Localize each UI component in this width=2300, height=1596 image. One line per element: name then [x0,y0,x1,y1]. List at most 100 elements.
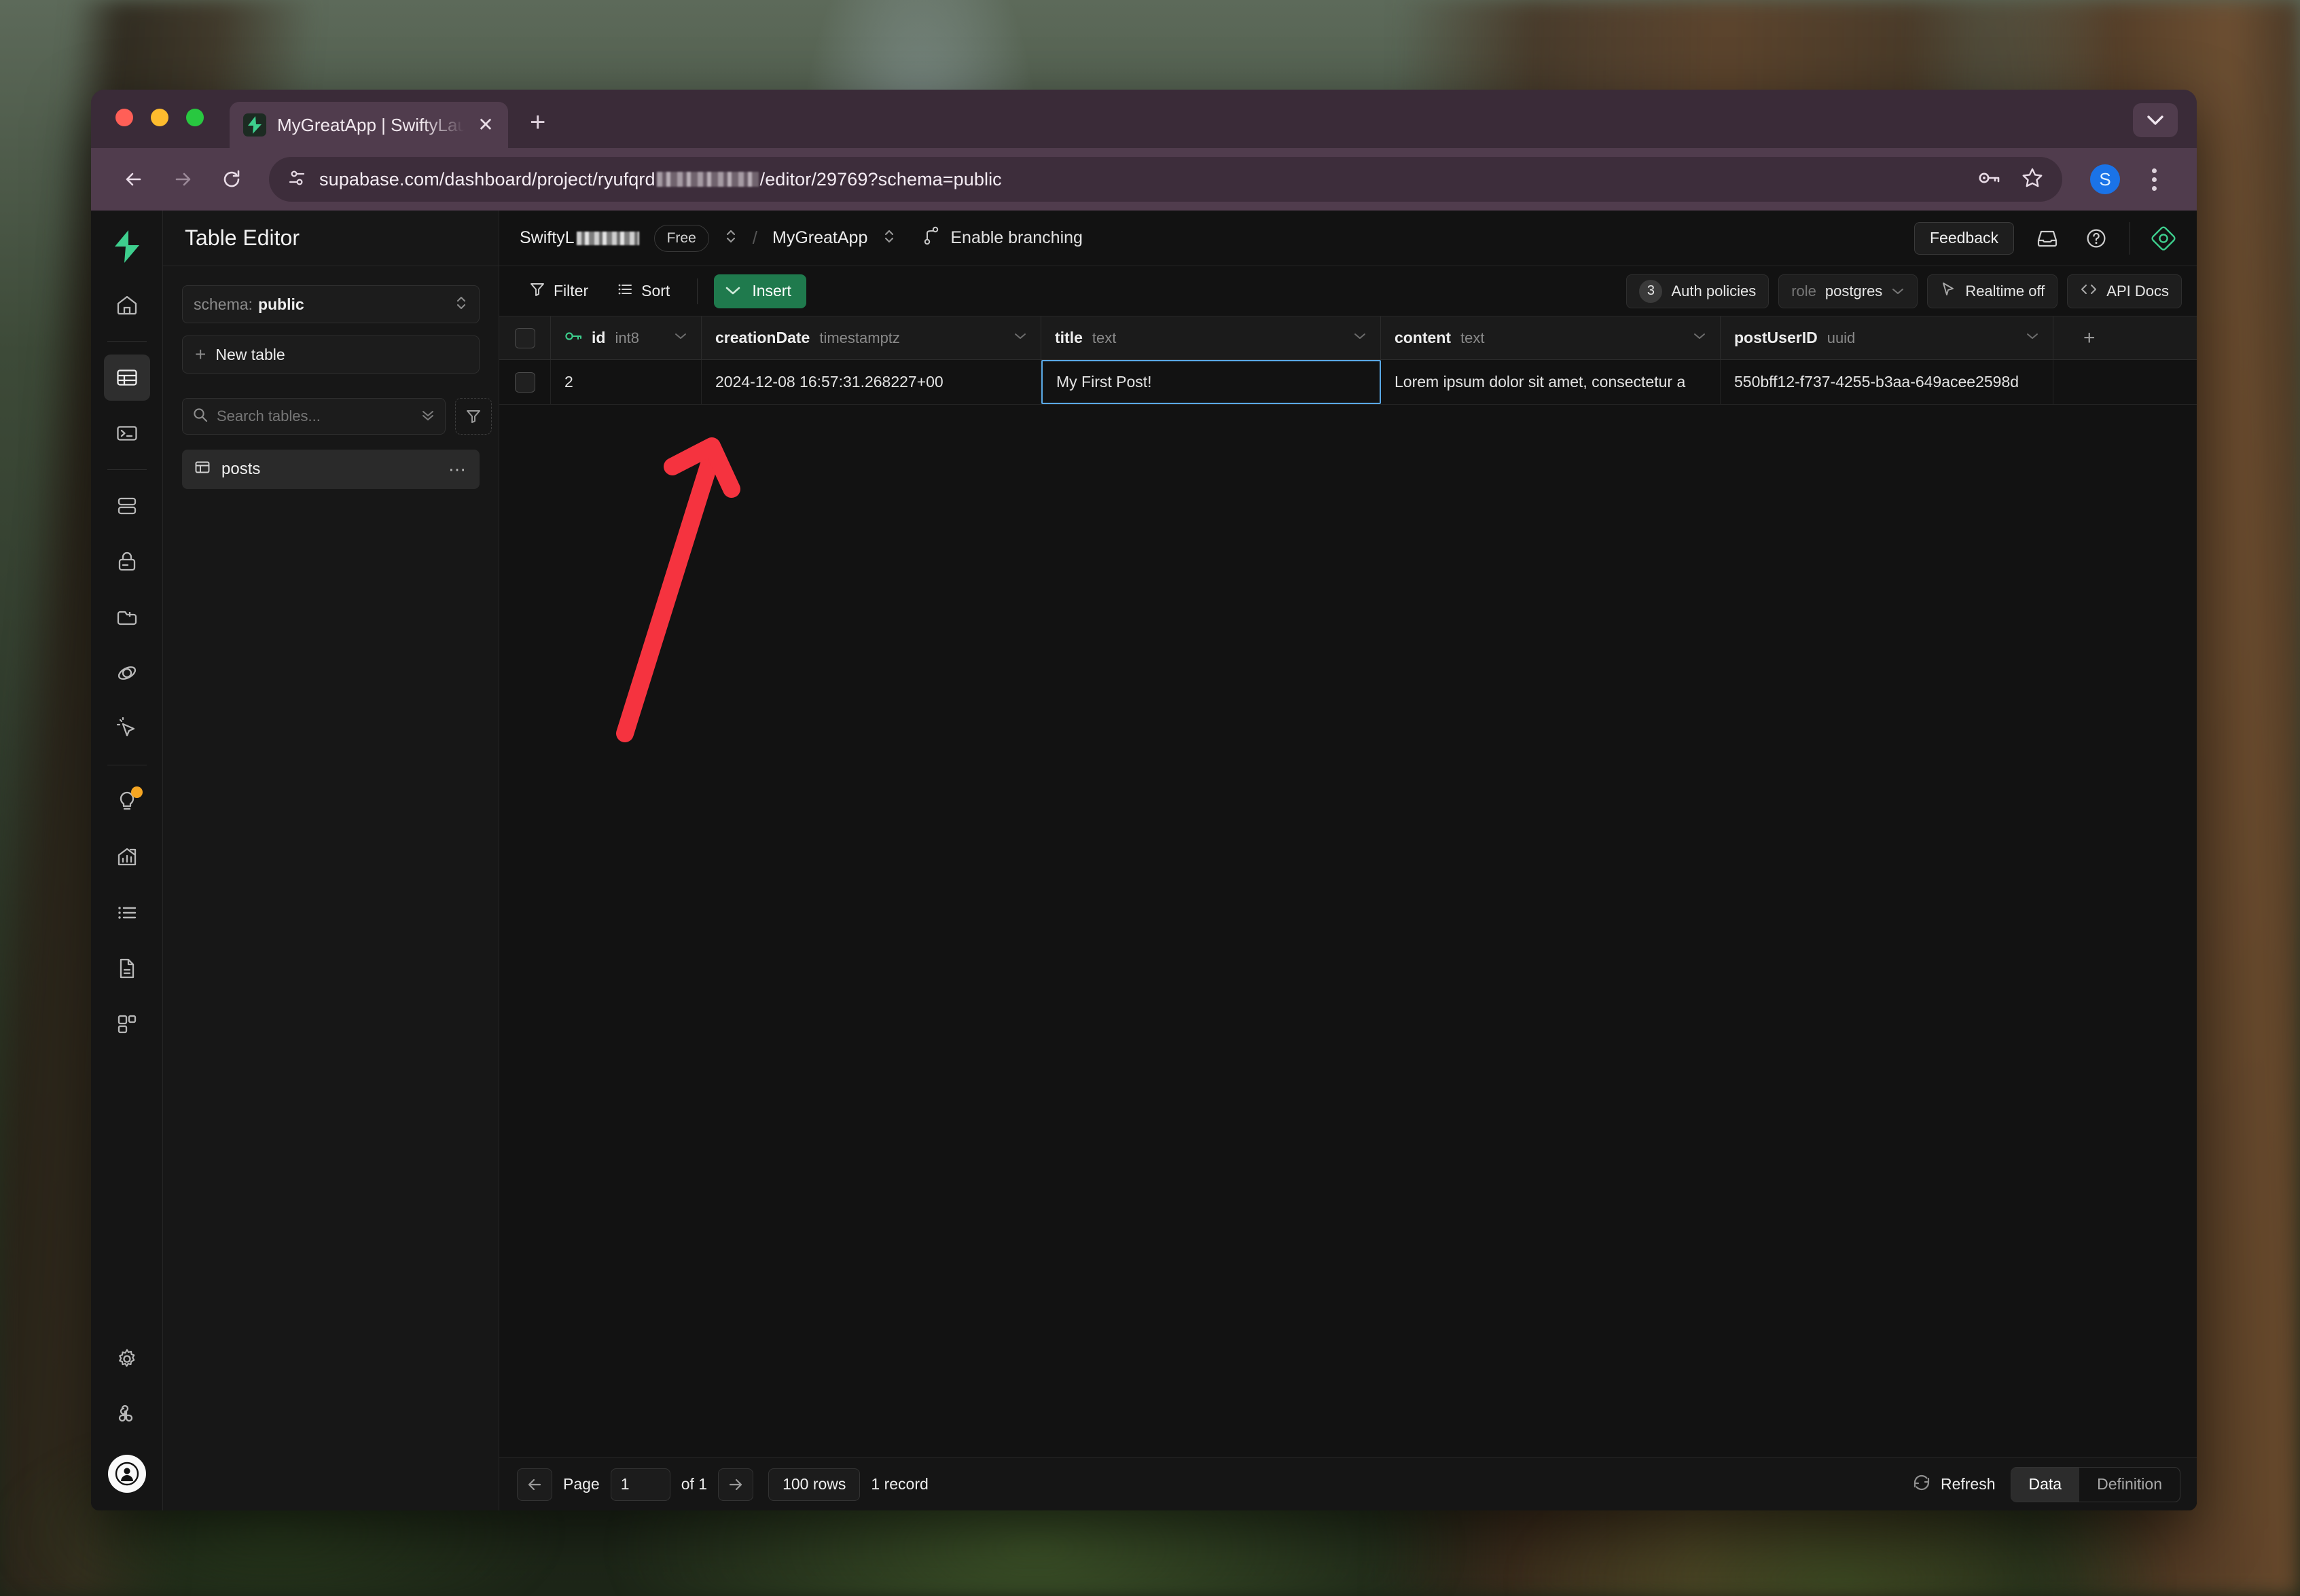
sidebar-item-api-docs[interactable] [104,945,150,992]
column-header-postUserID[interactable]: postUserID uuid [1721,316,2053,359]
cell-creationDate[interactable]: 2024-12-08 16:57:31.268227+00 [702,360,1041,404]
inbox-icon[interactable] [2032,223,2063,254]
chevron-down-icon[interactable] [2133,103,2178,137]
page-number-input[interactable] [610,1468,670,1501]
next-page-button[interactable] [718,1468,754,1501]
tune-icon[interactable] [287,168,307,192]
column-header-id[interactable]: id int8 [551,316,702,359]
insert-label: Insert [752,282,791,300]
breadcrumb-separator: / [752,228,758,248]
column-header-creationDate[interactable]: creationDate timestamptz [702,316,1041,359]
tab-data[interactable]: Data [2011,1467,2080,1502]
window-traffic-lights[interactable] [115,90,204,148]
sidebar-item-advisors[interactable] [104,778,150,824]
arrow-right-icon[interactable] [160,157,205,202]
new-table-button[interactable]: + New table [182,335,480,374]
sidebar-item-edge-functions[interactable] [104,650,150,696]
chevrons-down-icon[interactable] [420,407,435,426]
chevron-down-icon[interactable] [2026,331,2039,344]
key-icon[interactable] [1978,168,2001,192]
ai-assistant-icon[interactable] [2148,223,2179,254]
sidebar-item-sql-editor[interactable] [104,410,150,456]
plus-icon[interactable]: + [530,109,545,148]
divider [697,278,698,304]
zoom-window-button[interactable] [186,109,204,126]
close-icon[interactable]: ✕ [475,115,496,134]
api-docs-button[interactable]: API Docs [2067,274,2182,308]
filter-icon[interactable] [455,398,492,435]
schema-selector[interactable]: schema: public [182,285,480,323]
sidebar-item-storage[interactable] [104,594,150,640]
browser-tab[interactable]: MyGreatApp | SwiftyLaunchTe ✕ [230,102,508,148]
chevron-updown-icon[interactable] [724,227,738,249]
sidebar-header: Table Editor [163,211,499,266]
star-icon[interactable] [2022,167,2043,192]
record-count: 1 record [871,1475,929,1493]
omnibox[interactable]: supabase.com/dashboard/project/ryufqrd /… [269,157,2062,202]
browser-tab-strip: MyGreatApp | SwiftyLaunchTe ✕ + [91,90,2197,148]
new-table-label: New table [215,345,285,363]
auth-policies-button[interactable]: 3 Auth policies [1626,274,1769,308]
insert-button[interactable]: Insert [714,274,806,308]
project-name[interactable]: MyGreatApp [772,228,867,248]
main-pane: SwiftyL Free / MyGreatApp Enable branchi… [499,211,2197,1510]
gear-icon[interactable] [104,1336,150,1382]
sort-button[interactable]: Sort [606,274,681,308]
rows-per-page-selector[interactable]: 100 rows [768,1468,861,1501]
select-all-checkbox[interactable] [499,316,551,359]
cell-id[interactable]: 2 [551,360,702,404]
sidebar-item-table-editor[interactable] [103,355,150,401]
realtime-toggle[interactable]: Realtime off [1927,274,2058,308]
chevron-down-icon[interactable] [1693,331,1706,344]
sidebar-item-home[interactable] [104,282,150,328]
row-checkbox[interactable] [499,360,551,404]
kebab-menu-icon[interactable] [2132,157,2176,202]
arrow-left-icon[interactable] [111,157,156,202]
search-tables-box[interactable] [182,398,446,435]
column-type: timestamptz [819,329,900,346]
supabase-logo-icon[interactable] [106,225,148,268]
feedback-button[interactable]: Feedback [1913,221,2014,255]
minimize-window-button[interactable] [151,109,168,126]
url-suffix: /editor/29769?schema=public [759,168,1002,189]
sidebar-item-database[interactable] [104,483,150,529]
filter-button[interactable]: Filter [518,274,599,308]
org-name[interactable]: SwiftyL [520,228,639,248]
prev-page-button[interactable] [517,1468,552,1501]
close-window-button[interactable] [115,109,133,126]
cell-title[interactable]: My First Post! [1041,360,1381,404]
sidebar-item-logs[interactable] [104,890,150,936]
tab-definition[interactable]: Definition [2079,1468,2180,1502]
column-type: int8 [615,329,639,346]
view-mode-tabs: Data Definition [2010,1466,2180,1502]
help-circle-icon[interactable] [2081,223,2112,254]
chevron-updown-icon[interactable] [882,227,896,249]
cell-postUserID[interactable]: 550bff12-f737-4255-b3aa-649acee2598d [1721,360,2053,404]
chevron-down-icon[interactable] [674,331,687,344]
search-input[interactable] [217,407,412,425]
ellipsis-icon[interactable]: ⋯ [448,460,467,478]
chevron-down-icon[interactable] [1013,331,1027,344]
code-brackets-icon [2080,282,2098,301]
plan-badge[interactable]: Free [653,224,709,252]
refresh-button[interactable]: Refresh [1912,1473,1996,1496]
enable-branching-button[interactable]: Enable branching [922,225,1083,251]
chevron-down-icon [725,282,741,300]
role-selector[interactable]: role postgres [1778,274,1918,308]
sidebar-item-authentication[interactable] [104,539,150,585]
cell-content[interactable]: Lorem ipsum dolor sit amet, consectetur … [1381,360,1721,404]
column-header-title[interactable]: title text [1041,316,1381,359]
sidebar-item-reports[interactable] [104,834,150,880]
list-item[interactable]: posts ⋯ [182,450,480,489]
table-row[interactable]: 2 2024-12-08 16:57:31.268227+00 My First… [499,360,2197,405]
column-header-content[interactable]: content text [1381,316,1721,359]
sidebar-item-realtime[interactable] [104,706,150,752]
profile-avatar[interactable]: S [2083,157,2127,202]
user-avatar-icon[interactable] [107,1455,146,1493]
reload-icon[interactable] [209,157,254,202]
add-column-button[interactable]: + [2053,316,2197,359]
command-icon[interactable] [104,1392,150,1438]
sidebar-item-integrations[interactable] [104,1001,150,1047]
url-redacted-segment [656,172,759,187]
chevron-down-icon[interactable] [1353,331,1367,344]
